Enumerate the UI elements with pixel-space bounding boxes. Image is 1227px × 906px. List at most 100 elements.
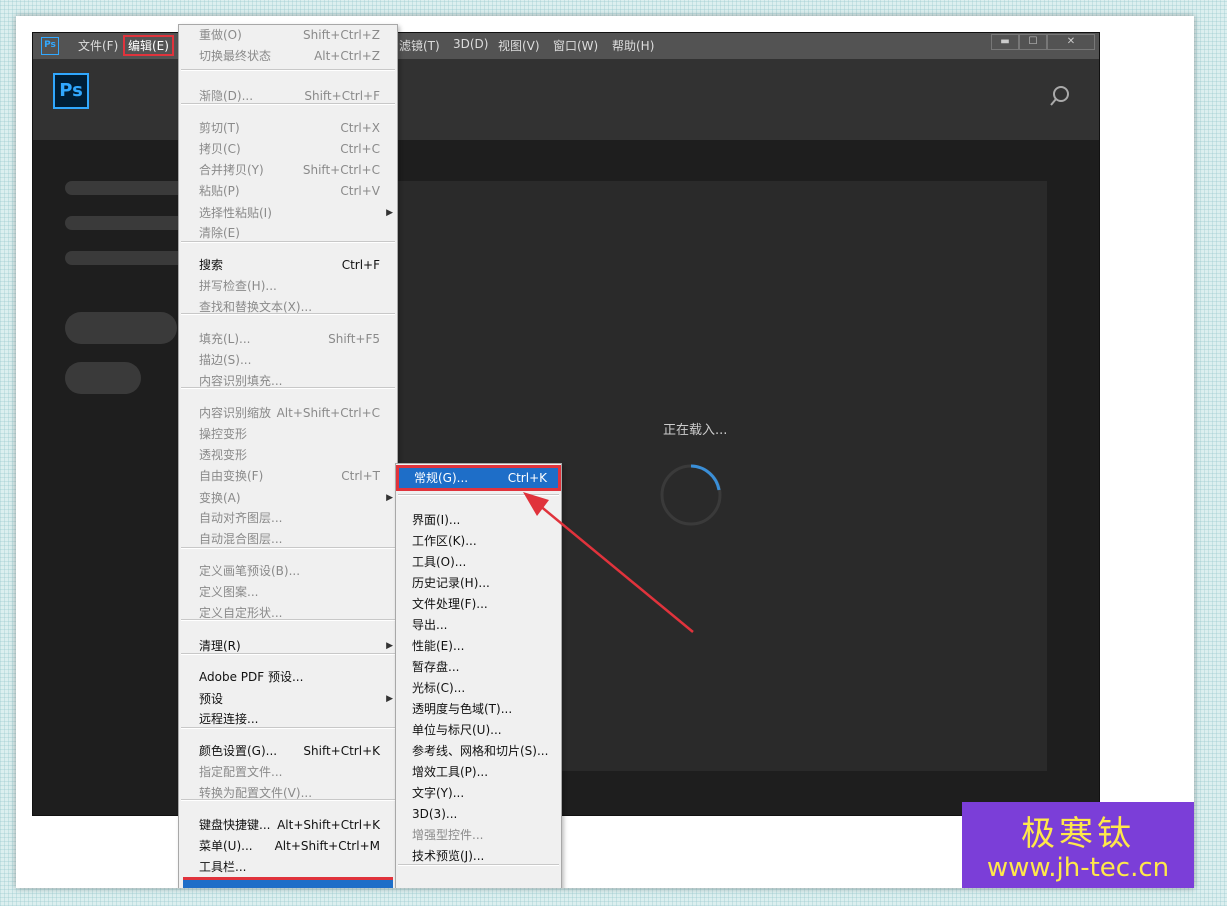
annotation-arrow (523, 492, 694, 633)
menu-separator (181, 313, 395, 315)
prefs-menu-item[interactable]: 增效工具(P)... (396, 762, 561, 782)
sidebar-placeholder (65, 181, 195, 195)
edit-menu-item: 内容识别缩放 Alt+Shift+Ctrl+C (179, 403, 397, 423)
prefs-menu-item[interactable]: 3D(3)... (396, 804, 561, 824)
menu-item-label: 键盘快捷键... (199, 818, 271, 832)
edit-menu-item: 自动混合图层... (179, 529, 397, 549)
watermark-logo: 极寒钛 www.jh-tec.cn (962, 802, 1194, 888)
menu-item-label: 工具(O)... (412, 555, 467, 569)
prefs-menu-item[interactable]: 文字(Y)... (396, 783, 561, 803)
menu-item-label: 工具栏... (199, 860, 247, 874)
menu-item-label: 导出... (412, 618, 448, 632)
menu-item-label: 颜色设置(G)... (199, 744, 278, 758)
loading-text: 正在载入... (663, 423, 728, 438)
edit-menu-item: 选择性粘贴(I) ▶ (179, 203, 397, 223)
menu-item-label: 重做(O) (199, 28, 242, 42)
menu-item-shortcut: Alt+Shift+Ctrl+M (274, 839, 380, 853)
menu-item-label: 常规(G)... (414, 471, 469, 485)
edit-menu-item[interactable]: 工具栏... (179, 857, 397, 877)
prefs-menu-item[interactable]: 技术预览(J)... (396, 846, 561, 866)
menu-item-label: 预设 (199, 692, 224, 706)
edit-menu-item: 定义画笔预设(B)... (179, 561, 397, 581)
menu-view[interactable]: 视图(V) (498, 37, 540, 54)
menu-item-label: 自动混合图层... (199, 532, 283, 546)
menu-item-label: 切换最终状态 (199, 49, 272, 63)
menu-item-label: 粘贴(P) (199, 184, 240, 198)
sidebar-placeholder (65, 251, 195, 265)
edit-menu-item[interactable]: 搜索 Ctrl+F (179, 255, 397, 275)
sidebar-button-placeholder (65, 312, 177, 344)
menu-filter[interactable]: 滤镜(T) (399, 37, 440, 54)
menu-edit[interactable]: 编辑(E) (123, 35, 174, 56)
menu-item-label: Adobe PDF 预设... (199, 670, 304, 684)
menu-item-label: 工作区(K)... (412, 534, 477, 548)
edit-menu-item-preferences[interactable] (183, 877, 393, 888)
prefs-menu-item[interactable]: 透明度与色域(T)... (396, 699, 561, 719)
watermark-url: www.jh-tec.cn (986, 853, 1170, 883)
prefs-menu-item[interactable]: 单位与标尺(U)... (396, 720, 561, 740)
menu-item-label: 3D(3)... (412, 807, 458, 821)
edit-menu-item[interactable]: 菜单(U)... Alt+Shift+Ctrl+M (179, 836, 397, 856)
edit-menu-item[interactable]: 颜色设置(G)... Shift+Ctrl+K (179, 741, 397, 761)
minimize-icon[interactable]: ▬ (991, 34, 1019, 50)
menu-separator (181, 241, 395, 243)
menu-item-label: 操控变形 (199, 427, 248, 441)
edit-menu-item: 指定配置文件... (179, 762, 397, 782)
menu-item-label: 描边(S)... (199, 353, 252, 367)
edit-menu-item: 粘贴(P) Ctrl+V (179, 181, 397, 201)
edit-menu-item: 描边(S)... (179, 350, 397, 370)
edit-menu-item: 重做(O) Shift+Ctrl+Z (179, 25, 397, 45)
prefs-menu-item[interactable]: 性能(E)... (396, 636, 561, 656)
menu-item-label: 变换(A) (199, 491, 241, 505)
sidebar-placeholder (65, 216, 195, 230)
prefs-menu-item: 增强型控件... (396, 825, 561, 845)
submenu-arrow-icon: ▶ (386, 694, 393, 704)
menu-item-shortcut: Shift+Ctrl+Z (303, 28, 380, 42)
photoshop-logo: Ps (53, 73, 89, 109)
menu-separator (181, 727, 395, 729)
edit-menu-item: 填充(L)... Shift+F5 (179, 329, 397, 349)
close-icon[interactable]: ✕ (1047, 34, 1095, 50)
menu-item-label: 文件处理(F)... (412, 597, 488, 611)
menu-item-label: 填充(L)... (199, 332, 251, 346)
edit-menu-item[interactable]: 预设 ▶ (179, 689, 397, 709)
edit-menu-item: 合并拷贝(Y) Shift+Ctrl+C (179, 160, 397, 180)
menu-file[interactable]: 文件(F) (78, 37, 118, 54)
menu-item-label: 光标(C)... (412, 681, 466, 695)
edit-menu-item[interactable]: Adobe PDF 预设... (179, 667, 397, 687)
edit-menu-item: 透视变形 (179, 445, 397, 465)
maximize-icon[interactable]: ☐ (1019, 34, 1047, 50)
edit-menu-item[interactable]: 远程连接... (179, 709, 397, 729)
menu-item-label: 性能(E)... (412, 639, 465, 653)
menu-item-shortcut: Ctrl+T (341, 469, 380, 483)
prefs-menu-item[interactable]: 光标(C)... (396, 678, 561, 698)
menu-item-label: 单位与标尺(U)... (412, 723, 502, 737)
prefs-menu-item[interactable]: 暂存盘... (396, 657, 561, 677)
menu-item-label: 透明度与色域(T)... (412, 702, 513, 716)
menu-item-label: 增效工具(P)... (412, 765, 489, 779)
search-icon[interactable] (1049, 85, 1071, 107)
app-icon: Ps (41, 37, 59, 55)
prefs-menu-item[interactable]: 参考线、网格和切片(S)... (396, 741, 561, 761)
menu-item-shortcut: Ctrl+C (340, 142, 380, 156)
menu-item-label: 内容识别缩放 (199, 406, 272, 420)
menu-item-label: 远程连接... (199, 712, 259, 726)
edit-menu-item: 操控变形 (179, 424, 397, 444)
menu-item-shortcut: Ctrl+V (340, 184, 380, 198)
sidebar-button-placeholder (65, 362, 141, 394)
menu-separator (398, 864, 559, 866)
menu-3d[interactable]: 3D(D) (453, 37, 488, 51)
menu-item-shortcut: Shift+F5 (328, 332, 380, 346)
menu-item-label: 文字(Y)... (412, 786, 465, 800)
menu-item-label: 剪切(T) (199, 121, 240, 135)
watermark-brand: 极寒钛 (1021, 814, 1135, 854)
menu-separator (181, 547, 395, 549)
menu-separator (181, 69, 395, 71)
edit-menu-item[interactable]: 键盘快捷键... Alt+Shift+Ctrl+K (179, 815, 397, 835)
menu-help[interactable]: 帮助(H) (612, 37, 654, 54)
menu-item-label: 搜索 (199, 258, 224, 272)
screenshot-frame: Ps 文件(F) 编辑(E) 滤镜(T) 3D(D) 视图(V) 窗口(W) 帮… (16, 16, 1194, 888)
menu-window[interactable]: 窗口(W) (553, 37, 598, 54)
menu-item-shortcut: Ctrl+X (340, 121, 380, 135)
menu-item-label: 拷贝(C) (199, 142, 241, 156)
